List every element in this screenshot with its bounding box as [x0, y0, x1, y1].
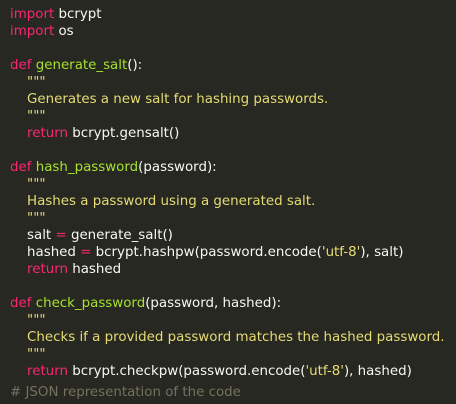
code-token: hashed: [67, 262, 122, 277]
keyword-token: def: [10, 58, 32, 73]
docstring-token: """: [27, 211, 46, 226]
docstring-token: """: [27, 109, 46, 124]
code-token: generate_salt(): [66, 228, 173, 243]
code-token: salt: [27, 228, 56, 243]
code-line-15: hashed = bcrypt.hashpw(password.encode('…: [0, 244, 456, 261]
code-token: bcrypt.checkpw(password.encode(: [67, 364, 306, 379]
function-name-token: check_password: [35, 296, 146, 311]
code-line-18: def check_password(password, hashed):: [0, 295, 456, 312]
code-line-2: import os: [0, 23, 456, 40]
code-line-21: """: [0, 346, 456, 363]
code-editor[interactable]: import bcrypt import os def generate_sal…: [0, 0, 456, 404]
code-line-11: """: [0, 176, 456, 193]
docstring-token: """: [27, 177, 46, 192]
keyword-token: return: [27, 262, 68, 277]
keyword-token: import: [10, 24, 55, 39]
docstring-token: Hashes a password using a generated salt…: [27, 194, 316, 209]
code-line-10: def hash_password(password):: [0, 159, 456, 176]
code-token: ), salt): [360, 245, 404, 260]
code-line-22: return bcrypt.checkpw(password.encode('u…: [0, 363, 456, 380]
code-token: bcrypt.hashpw(password.encode(: [91, 245, 322, 260]
docstring-token: Checks if a provided password matches th…: [27, 330, 445, 345]
string-token: 'utf-8': [305, 364, 344, 379]
docstring-token: """: [27, 347, 46, 362]
code-token: bcrypt.gensalt(): [67, 126, 180, 141]
keyword-token: def: [10, 296, 32, 311]
function-name-token: generate_salt: [35, 58, 128, 73]
code-line-16: return hashed: [0, 261, 456, 278]
code-token: (password):: [138, 160, 217, 175]
code-line-8: return bcrypt.gensalt(): [0, 125, 456, 142]
code-line-6: Generates a new salt for hashing passwor…: [0, 91, 456, 108]
code-line-7: """: [0, 108, 456, 125]
code-token: bcrypt: [54, 7, 102, 22]
code-line-14: salt = generate_salt(): [0, 227, 456, 244]
code-line-1: import bcrypt: [0, 6, 456, 23]
code-token: ():: [127, 58, 143, 73]
code-token: ), hashed): [343, 364, 412, 379]
keyword-token: return: [27, 364, 68, 379]
function-name-token: hash_password: [35, 160, 139, 175]
docstring-token: """: [27, 313, 46, 328]
comment-token: # JSON representation of the code: [10, 385, 241, 400]
operator-token: =: [80, 245, 92, 260]
code-line-4: def generate_salt():: [0, 57, 456, 74]
keyword-token: return: [27, 126, 68, 141]
code-line-13: """: [0, 210, 456, 227]
code-token: os: [54, 24, 74, 39]
docstring-token: Generates a new salt for hashing passwor…: [27, 92, 329, 107]
code-line-5: """: [0, 74, 456, 91]
code-token: hashed: [27, 245, 81, 260]
string-token: 'utf-8': [321, 245, 361, 260]
code-line-20: Checks if a provided password matches th…: [0, 329, 456, 346]
keyword-token: import: [10, 7, 55, 22]
code-token: (password, hashed):: [145, 296, 282, 311]
operator-token: =: [55, 228, 67, 243]
docstring-token: """: [27, 75, 46, 90]
keyword-token: def: [10, 160, 32, 175]
code-line-24: # JSON representation of the code: [0, 384, 456, 401]
code-line-19: """: [0, 312, 456, 329]
code-line-12: Hashes a password using a generated salt…: [0, 193, 456, 210]
